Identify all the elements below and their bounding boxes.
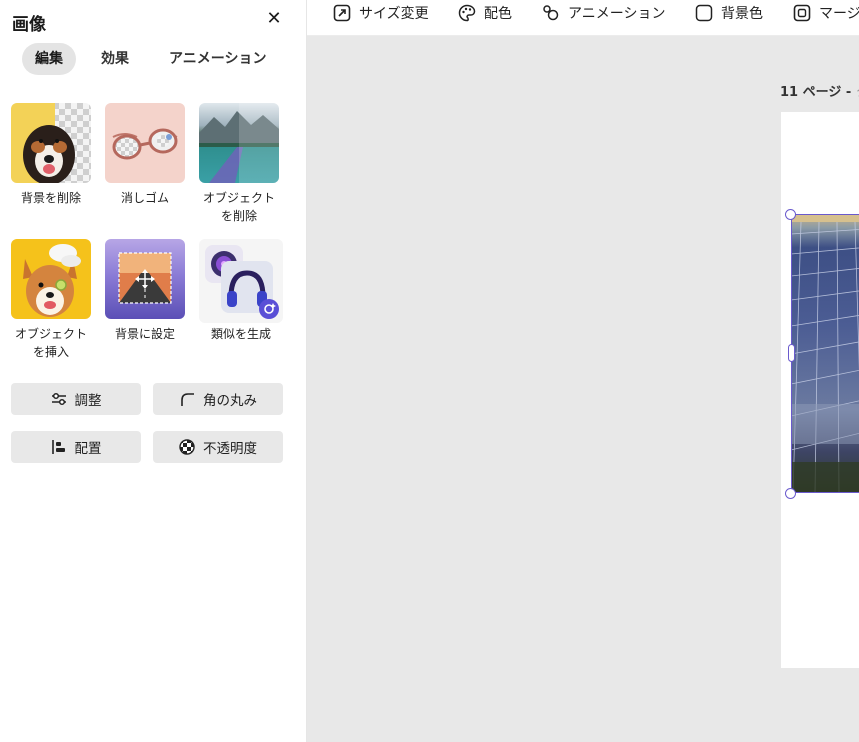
remove-background-icon xyxy=(11,103,91,183)
insert-object-icon xyxy=(11,239,91,319)
tool-label: 背景を削除 xyxy=(20,191,81,205)
corner-radius-icon xyxy=(181,393,194,406)
tool-label: オブジェクト を挿入 xyxy=(14,327,87,359)
color-scheme-button[interactable]: 配色 xyxy=(458,0,512,26)
resize-button[interactable]: サイズ変更 xyxy=(333,0,429,26)
margin-label: マージ xyxy=(819,6,859,22)
corner-rounding-button[interactable]: 角の丸み xyxy=(153,383,283,415)
resize-handle-bottom-left[interactable] xyxy=(785,488,796,499)
tab-animation[interactable]: アニメーション xyxy=(156,43,279,75)
tool-label: オブジェクト を削除 xyxy=(202,191,275,223)
align-button[interactable]: 配置 xyxy=(11,431,141,463)
tab-effects[interactable]: 効果 xyxy=(88,43,142,75)
background-color-label: 背景色 xyxy=(721,6,763,22)
adjust-button[interactable]: 調整 xyxy=(11,383,141,415)
corner-label: 角の丸み xyxy=(203,393,257,409)
animation-label: アニメーション xyxy=(568,6,666,22)
opacity-label: 不透明度 xyxy=(203,441,257,457)
editor-canvas[interactable]: 11 ページ - タ xyxy=(307,36,859,742)
color-scheme-label: 配色 xyxy=(484,6,512,22)
background-color-button[interactable]: 背景色 xyxy=(695,0,763,26)
resize-icon xyxy=(333,4,351,22)
page-number: 11 ページ - xyxy=(780,85,852,100)
set-as-background-icon xyxy=(105,239,185,319)
panel-title: 画像 xyxy=(12,15,46,35)
resize-label: サイズ変更 xyxy=(359,6,429,22)
palette-icon xyxy=(458,4,476,22)
remove-object-icon xyxy=(199,103,279,183)
margin-button[interactable]: マージ xyxy=(793,0,859,26)
tool-set-as-background[interactable]: 背景に設定 xyxy=(97,239,193,343)
tool-remove-background[interactable]: 背景を削除 xyxy=(3,103,99,207)
selected-image-solar-panels[interactable] xyxy=(791,214,859,493)
panel-tabs: 編集 効果 アニメーション xyxy=(22,43,281,75)
eraser-icon xyxy=(105,103,185,183)
animation-button[interactable]: アニメーション xyxy=(542,0,665,26)
tool-insert-object[interactable]: オブジェクト を挿入 xyxy=(3,239,99,361)
tab-edit[interactable]: 編集 xyxy=(22,43,76,75)
page-label: 11 ページ - タ xyxy=(780,81,859,100)
sliders-icon xyxy=(51,392,66,406)
tool-label: 背景に設定 xyxy=(114,327,175,341)
tool-label: 類似を生成 xyxy=(210,327,271,341)
margin-icon xyxy=(793,4,811,22)
tool-label: 消しゴム xyxy=(120,191,169,205)
tool-generate-similar[interactable]: 類似を生成 xyxy=(193,239,289,343)
solar-panel-photo xyxy=(791,214,859,493)
resize-handle-top-left[interactable] xyxy=(785,209,796,220)
image-side-panel: 画像 ✕ 編集 効果 アニメーション 背景を削除 消しゴム オブジェクト を削除… xyxy=(0,0,307,742)
top-toolbar: サイズ変更 配色 アニメーション 背景色 マージ xyxy=(307,0,859,36)
tool-remove-object[interactable]: オブジェクト を削除 xyxy=(191,103,287,225)
opacity-checker-icon xyxy=(179,439,195,455)
opacity-button[interactable]: 不透明度 xyxy=(153,431,283,463)
generate-similar-icon xyxy=(199,239,283,323)
animation-icon xyxy=(543,5,559,21)
adjust-label: 調整 xyxy=(74,393,102,409)
background-color-swatch-icon xyxy=(695,4,713,22)
resize-handle-left[interactable] xyxy=(788,344,795,362)
align-left-icon xyxy=(51,440,65,454)
tool-eraser[interactable]: 消しゴム xyxy=(97,103,193,207)
align-label: 配置 xyxy=(74,441,102,457)
close-icon[interactable]: ✕ xyxy=(264,9,284,29)
